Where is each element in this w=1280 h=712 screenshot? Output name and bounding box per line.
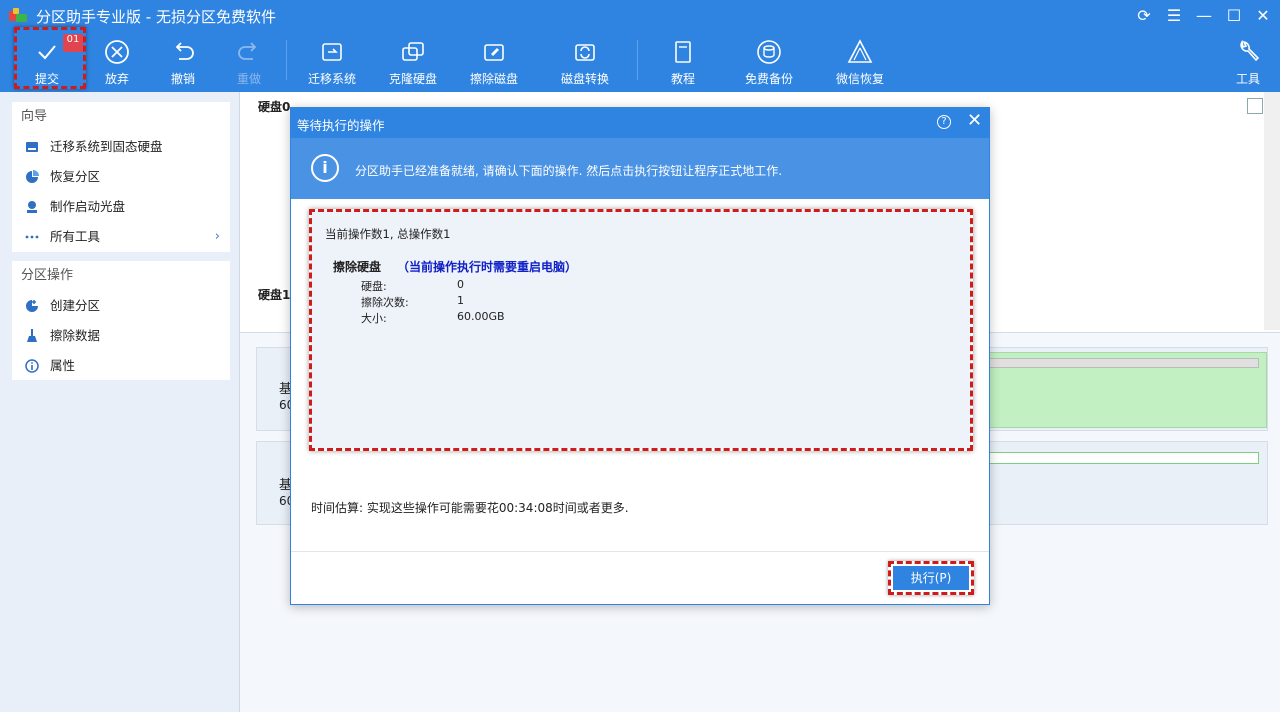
book-icon <box>675 41 691 63</box>
partition-usage-bar <box>989 452 1259 464</box>
migrate-os-button[interactable]: 迁移系统 <box>296 36 368 88</box>
disk0-label: 硬盘0 <box>258 100 291 114</box>
minimize-icon[interactable]: — <box>1194 6 1214 26</box>
close-icon[interactable]: ✕ <box>1253 6 1273 26</box>
sidebar-item-label: 创建分区 <box>50 298 101 313</box>
sidebar-item-properties[interactable]: 属性 <box>12 351 230 381</box>
boot-disk-icon <box>27 201 37 213</box>
sidebar-item-wipe-data[interactable]: 擦除数据 <box>12 321 230 351</box>
wizard-section-title: 向导 <box>21 109 48 124</box>
sidebar-item-label: 所有工具 <box>50 229 101 244</box>
migrate-os-label: 迁移系统 <box>307 72 356 86</box>
tutorial-button[interactable]: 教程 <box>647 36 719 88</box>
maximize-icon[interactable]: ☐ <box>1224 6 1244 26</box>
free-backup-label: 免费备份 <box>744 72 793 86</box>
partition-ops-section: 分区操作 创建分区 擦除数据 属性 <box>12 261 230 380</box>
top-bar: 分区助手专业版 - 无损分区免费软件 ⟳ ☰ — ☐ ✕ 01 提交 放弃 撤销… <box>0 0 1280 92</box>
disk-convert-label: 磁盘转换 <box>560 72 609 86</box>
sidebar-item-restore-partition[interactable]: 恢复分区 <box>12 162 230 192</box>
redo-label: 重做 <box>236 72 261 86</box>
toolbar-divider <box>637 40 638 80</box>
close-icon[interactable]: ✕ <box>967 111 982 131</box>
sidebar-item-label: 恢复分区 <box>50 169 101 184</box>
dialog-titlebar: 等待执行的操作 ? ✕ <box>291 108 989 138</box>
submit-highlight-marker <box>14 27 86 89</box>
recovery-logo-icon <box>847 39 873 63</box>
time-estimate: 时间估算: 实现这些操作可能需要花00:34:08时间或者更多. <box>311 501 629 515</box>
title-bar: 分区助手专业版 - 无损分区免费软件 ⟳ ☰ — ☐ ✕ <box>0 0 1280 32</box>
app-title: 分区助手专业版 - 无损分区免费软件 <box>36 8 276 26</box>
clone-disk-button[interactable]: 克隆硬盘 <box>377 36 449 88</box>
undo-button[interactable]: 撤销 <box>147 36 219 88</box>
toolbar: 01 提交 放弃 撤销 重做 迁移系统 克隆硬盘 擦除磁盘 磁盘转换 教程 免费… <box>0 32 1280 92</box>
pie-restore-icon <box>26 170 39 183</box>
scrollbar[interactable] <box>1264 92 1280 330</box>
undo-icon <box>175 42 194 60</box>
wrench-icon <box>1240 39 1260 62</box>
chevron-right-icon: › <box>214 229 220 244</box>
disk-convert-button[interactable]: 磁盘转换 <box>549 36 621 88</box>
dialog-title: 等待执行的操作 <box>297 118 385 133</box>
disk1-label: 硬盘1 <box>258 288 291 302</box>
tutorial-label: 教程 <box>670 72 695 86</box>
execute-highlight-marker <box>888 561 974 595</box>
redo-icon <box>238 42 257 60</box>
info-text: 分区助手已经准备就绪, 请确认下面的操作. 然后点击执行按钮让程序正式地工作. <box>355 164 783 178</box>
backup-database-icon <box>757 40 781 64</box>
sidebar-item-label: 擦除数据 <box>50 328 101 343</box>
dialog-divider <box>291 551 989 552</box>
sidebar-item-boot-disk[interactable]: 制作启动光盘 <box>12 192 230 222</box>
sidebar-item-create-partition[interactable]: 创建分区 <box>12 291 230 321</box>
more-dots-icon <box>25 235 39 239</box>
create-partition-icon <box>26 300 38 312</box>
sidebar-item-label: 制作启动光盘 <box>50 199 126 214</box>
pending-operations-dialog: 等待执行的操作 ? ✕ i 分区助手已经准备就绪, 请确认下面的操作. 然后点击… <box>290 107 990 605</box>
partition-ops-section-title: 分区操作 <box>21 268 74 283</box>
sidebar-item-migrate-ssd[interactable]: 迁移系统到固态硬盘 <box>12 132 230 162</box>
refresh-icon[interactable]: ⟳ <box>1134 6 1154 26</box>
discard-button[interactable]: 放弃 <box>81 36 153 88</box>
wipe-disk-button[interactable]: 擦除磁盘 <box>458 36 530 88</box>
info-banner: i 分区助手已经准备就绪, 请确认下面的操作. 然后点击执行按钮让程序正式地工作… <box>291 138 989 199</box>
operations-highlight-marker <box>309 209 973 451</box>
wizard-section: 向导 迁移系统到固态硬盘 恢复分区 制作启动光盘 所有工具 › <box>12 102 230 252</box>
tools-button[interactable]: 工具 <box>1212 36 1280 88</box>
sidebar-item-all-tools[interactable]: 所有工具 › <box>12 222 230 252</box>
cancel-circle-icon <box>105 40 129 64</box>
toolbar-divider <box>286 40 287 80</box>
wechat-recovery-button[interactable]: 微信恢复 <box>824 36 896 88</box>
sidebar-item-label: 属性 <box>50 358 76 373</box>
wipe-disk-icon <box>484 44 504 61</box>
tools-label: 工具 <box>1235 72 1260 86</box>
help-icon[interactable]: ? <box>937 115 951 129</box>
sidebar: 向导 迁移系统到固态硬盘 恢复分区 制作启动光盘 所有工具 › 分区操作 创建分… <box>0 92 240 712</box>
discard-label: 放弃 <box>104 72 129 86</box>
app-logo-icon <box>9 8 27 22</box>
redo-button[interactable]: 重做 <box>213 36 285 88</box>
wechat-recovery-label: 微信恢复 <box>835 72 884 86</box>
menu-icon[interactable]: ☰ <box>1164 6 1184 26</box>
broom-icon <box>27 329 37 342</box>
partition-usage-bar <box>989 358 1259 368</box>
view-toggle-icon[interactable] <box>1247 98 1263 114</box>
clone-disk-icon <box>402 42 424 61</box>
sidebar-item-label: 迁移系统到固态硬盘 <box>50 139 163 154</box>
wipe-disk-label: 擦除磁盘 <box>469 72 518 86</box>
info-icon: i <box>311 154 339 182</box>
info-icon <box>25 359 39 373</box>
ssd-icon <box>26 142 38 152</box>
clone-disk-label: 克隆硬盘 <box>388 72 437 86</box>
migrate-disk-icon <box>322 43 342 61</box>
undo-label: 撤销 <box>170 72 195 86</box>
disk-convert-icon <box>575 44 595 61</box>
free-backup-button[interactable]: 免费备份 <box>733 36 805 88</box>
